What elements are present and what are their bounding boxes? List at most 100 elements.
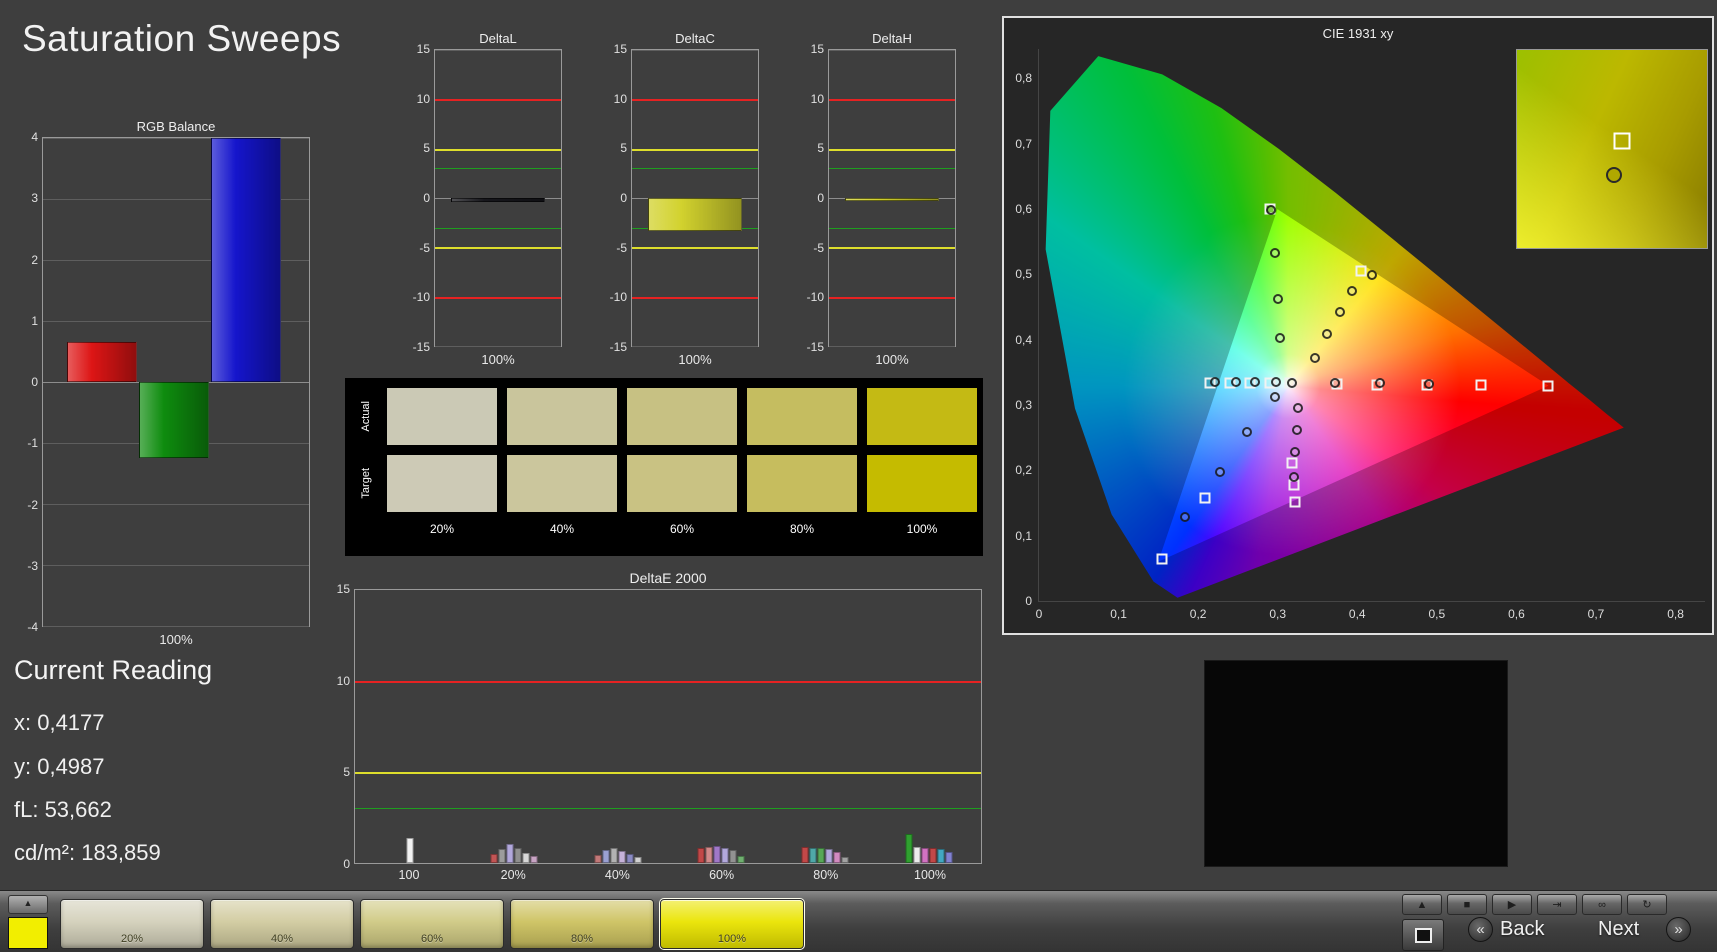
cie-measured-point: [1310, 352, 1321, 363]
sat-button-100%[interactable]: 100%: [660, 899, 804, 949]
limit-line: [632, 247, 758, 250]
delta-gridline: [632, 346, 758, 347]
deltae-y-tick: 5: [343, 765, 350, 780]
sat-button-80%[interactable]: 80%: [510, 899, 654, 949]
delta-y-tick: 10: [810, 91, 824, 106]
stop-button[interactable]: ■: [1447, 894, 1487, 915]
delta-y-tick: 15: [416, 42, 430, 56]
rgb-balance-title: RGB Balance: [136, 119, 216, 134]
cie-title: CIE 1931 xy: [1322, 26, 1394, 41]
cie-x-tick: 0,8: [1667, 607, 1684, 621]
cie-y-tick: 0,5: [1015, 267, 1032, 282]
delta-y-tick: 0: [423, 191, 430, 205]
rgb-bar-red: [67, 342, 137, 382]
collapse-button[interactable]: ▲: [8, 895, 48, 914]
saturation-swatch-panel: Actual Target 20% 40% 60% 80% 100%: [345, 378, 983, 556]
actual-swatch: [747, 388, 857, 445]
deltae-bar-group: [406, 590, 414, 863]
rgb-y-tick: -3: [27, 558, 38, 573]
delta-y-tick: -5: [813, 240, 824, 255]
delta-y-tick: 10: [613, 91, 627, 106]
deltae-x-tick: 20%: [500, 868, 526, 882]
back-button[interactable]: Back: [1500, 918, 1544, 941]
deltae-y-tick: 15: [336, 582, 350, 596]
cie-y-tick: 0,8: [1015, 71, 1032, 86]
pattern-preview: [1204, 660, 1508, 867]
next-chevron-button[interactable]: »: [1666, 917, 1691, 942]
rgb-balance-chart: [42, 137, 310, 627]
rgb-y-tick: -4: [27, 620, 38, 634]
cie-y-tick: 0,6: [1015, 202, 1032, 217]
deltae-bar-group: [697, 590, 745, 863]
deltae-bar: [406, 837, 414, 863]
deltal-y-axis: 15 10 5 0 -5 -10 -15: [400, 42, 430, 354]
deltac-x-label: 100%: [678, 352, 712, 367]
sat-button-label: 60%: [420, 933, 444, 945]
delta-gridline: [829, 50, 955, 51]
deltae-bar: [825, 849, 833, 863]
cie-measured-point: [1291, 424, 1302, 435]
delta-y-tick: 0: [620, 191, 627, 205]
deltah-x-label: 100%: [875, 352, 909, 367]
cie-measured-point: [1271, 377, 1282, 388]
deltae-bar: [498, 849, 506, 863]
delta-y-tick: 15: [613, 42, 627, 56]
rgb-y-tick: 4: [31, 130, 38, 144]
rgb-gridline: [43, 565, 309, 566]
deltae-bar-group: [594, 590, 642, 863]
cie-measured-point: [1272, 294, 1283, 305]
limit-line: [435, 168, 561, 170]
delta-y-tick: -5: [419, 240, 430, 255]
rgb-y-tick: -2: [27, 497, 38, 512]
sat-button-60%[interactable]: 60%: [360, 899, 504, 949]
limit-line: [829, 99, 955, 102]
deltae-x-tick: 100: [398, 868, 420, 882]
sat-button-label: 80%: [570, 933, 594, 945]
next-button[interactable]: Next: [1598, 918, 1639, 941]
loop-button[interactable]: ∞: [1582, 894, 1622, 915]
swatch-column-label: 100%: [906, 522, 938, 536]
target-swatch: [627, 455, 737, 512]
delta-y-tick: 0: [817, 191, 824, 205]
cie-zoom-inset: [1516, 49, 1708, 249]
deltae-y-tick: 10: [336, 673, 350, 688]
deltae-bar: [921, 847, 929, 863]
sat-button-label: 100%: [717, 933, 747, 945]
limit-line: [435, 99, 561, 102]
deltae-bar: [530, 855, 538, 863]
deltah-chart: [828, 49, 956, 347]
delta-y-tick: 5: [817, 141, 824, 156]
cie-measured-point: [1215, 466, 1226, 477]
delta-y-tick: -10: [609, 290, 627, 305]
refresh-button[interactable]: ↻: [1627, 894, 1667, 915]
swatch-row-label: Actual: [360, 401, 372, 432]
deltae-bar: [737, 855, 745, 863]
cie-x-tick: 0,4: [1348, 607, 1366, 621]
step-button[interactable]: ⇥: [1537, 894, 1577, 915]
cie-x-tick: 0,5: [1428, 607, 1446, 621]
limit-line: [829, 296, 955, 299]
cie-inset-measured-point: [1605, 166, 1622, 183]
back-chevron-button[interactable]: «: [1468, 917, 1493, 942]
cie-measured-point: [1293, 402, 1304, 413]
play-button[interactable]: ▶: [1492, 894, 1532, 915]
cie-measured-point: [1242, 427, 1253, 438]
deltae-bar: [634, 856, 642, 863]
limit-line: [829, 247, 955, 250]
rgb-y-tick: 2: [31, 252, 38, 267]
cie-measured-point: [1423, 379, 1434, 390]
deltae-chart: [354, 589, 982, 864]
app-window: Saturation Sweeps RGB Balance 4 3 2 1 0 -1 -2-…: [0, 0, 1717, 952]
target-swatch: [747, 455, 857, 512]
cie-measured-point: [1334, 306, 1345, 317]
collapse-right-button[interactable]: ▲: [1402, 894, 1442, 915]
cie-measured-point: [1366, 270, 1377, 281]
cie-y-tick: 0,3: [1015, 398, 1032, 413]
deltae-x-tick: 40%: [604, 868, 630, 882]
deltae-x-tick: 80%: [813, 868, 839, 882]
display-mode-button[interactable]: [1402, 919, 1444, 951]
limit-line: [435, 296, 561, 299]
deltae-bar: [626, 853, 634, 863]
sat-button-20%[interactable]: 20%: [60, 899, 204, 949]
sat-button-40%[interactable]: 40%: [210, 899, 354, 949]
